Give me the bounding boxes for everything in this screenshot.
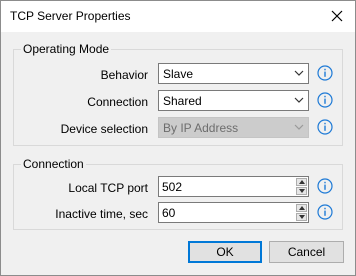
inactive-time-input[interactable]: 60 — [158, 202, 309, 223]
inactive-time-value: 60 — [162, 206, 176, 220]
local-tcp-port-info-icon[interactable] — [317, 178, 333, 194]
chevron-down-icon — [299, 215, 305, 219]
operating-mode-legend: Operating Mode — [21, 42, 112, 56]
spin-up-button[interactable] — [296, 178, 307, 186]
close-icon — [331, 10, 343, 22]
device-selection-label: Device selection — [60, 122, 148, 136]
device-selection-value: By IP Address — [163, 121, 239, 135]
connection-info-icon[interactable] — [317, 92, 333, 108]
local-tcp-port-stepper — [296, 178, 307, 195]
connection-value: Shared — [163, 94, 202, 108]
cancel-button[interactable]: Cancel — [269, 241, 344, 263]
local-tcp-port-input[interactable]: 502 — [158, 176, 309, 197]
chevron-down-icon — [294, 97, 304, 103]
chevron-up-icon — [299, 206, 305, 210]
local-tcp-port-value: 502 — [162, 180, 183, 194]
local-tcp-port-label: Local TCP port — [68, 181, 148, 195]
spin-down-button[interactable] — [296, 187, 307, 195]
behavior-info-icon[interactable] — [317, 65, 333, 81]
dialog-title: TCP Server Properties — [10, 9, 131, 23]
spin-up-button[interactable] — [296, 204, 307, 212]
ok-button[interactable]: OK — [188, 241, 262, 263]
behavior-value: Slave — [163, 67, 194, 81]
device-selection-select[interactable]: By IP Address — [158, 117, 309, 138]
close-button[interactable] — [319, 1, 355, 32]
title-bar: TCP Server Properties — [1, 1, 355, 32]
connection-label: Connection — [87, 95, 148, 109]
inactive-time-label: Inactive time, sec — [55, 207, 148, 221]
device-selection-info-icon[interactable] — [317, 119, 333, 135]
behavior-select[interactable]: Slave — [158, 63, 309, 84]
behavior-label: Behavior — [100, 68, 148, 82]
connection-select[interactable]: Shared — [158, 90, 309, 111]
chevron-down-icon — [299, 189, 305, 193]
chevron-up-icon — [299, 180, 305, 184]
connection-legend: Connection — [21, 157, 86, 171]
chevron-down-icon — [294, 70, 304, 76]
spin-down-button[interactable] — [296, 213, 307, 221]
chevron-down-icon — [294, 124, 304, 130]
inactive-time-info-icon[interactable] — [317, 204, 333, 220]
inactive-time-stepper — [296, 204, 307, 221]
dialog-window: TCP Server Properties Operating Mode Beh… — [0, 0, 356, 276]
